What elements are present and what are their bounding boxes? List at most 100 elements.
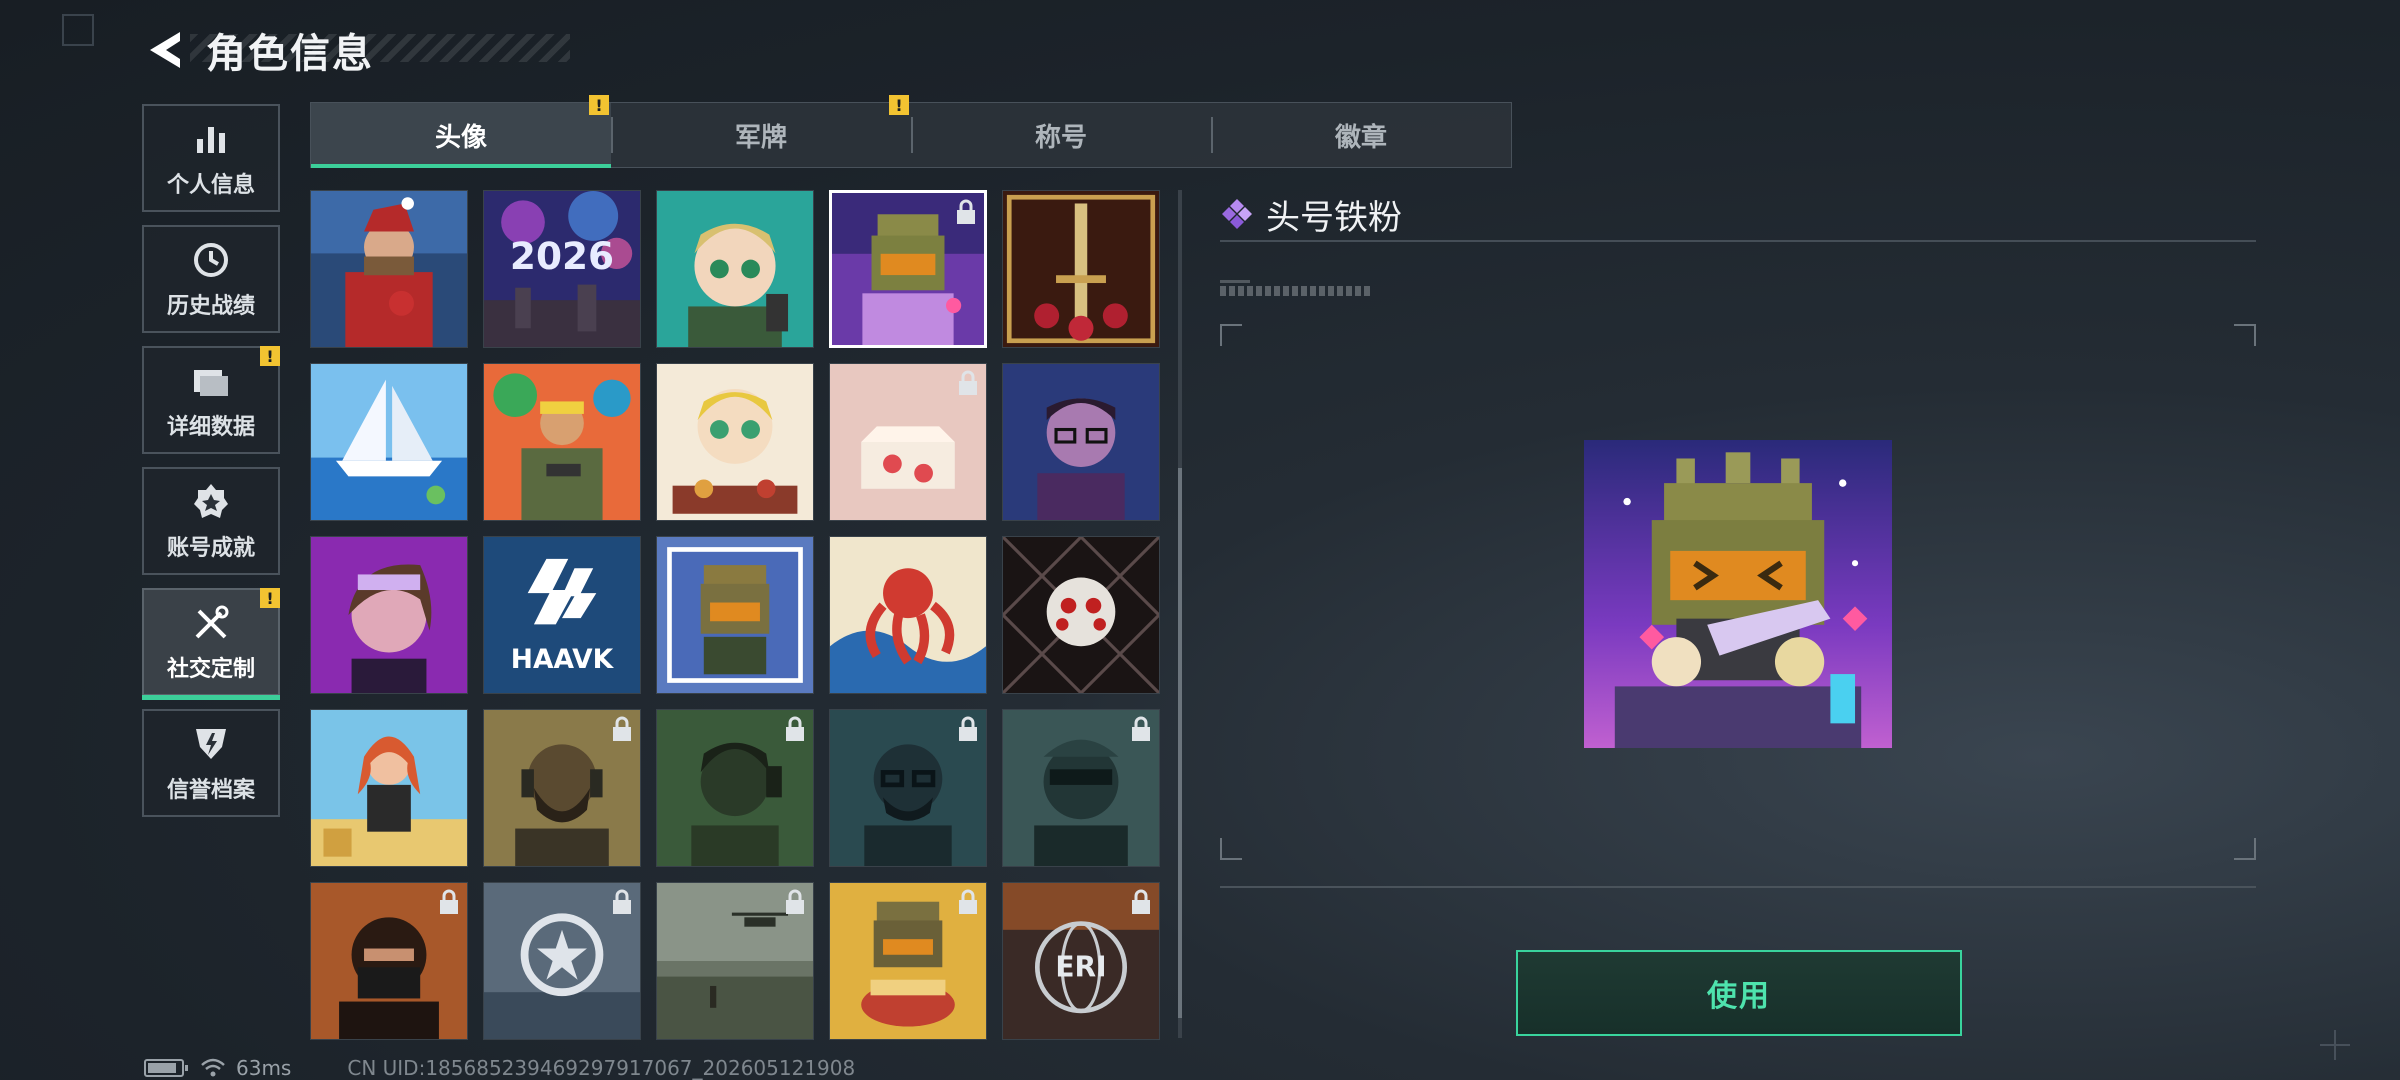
avatar-glasses-operator[interactable] [829, 709, 987, 867]
santa-soldier-image [311, 191, 467, 347]
sidebar-item-history[interactable]: 历史战绩 [142, 225, 280, 333]
folder-icon [189, 359, 233, 403]
avatar-iron-fan-mascot[interactable] [829, 190, 987, 348]
battery-icon [144, 1059, 188, 1077]
sidebar-item-label: 信誉档案 [166, 778, 255, 803]
avatar-grid: 2026 HAAVK ERI [310, 190, 1160, 1040]
sidebar-item-detailed-data[interactable]: ! 详细数据 [142, 346, 280, 454]
avatar-jigsaw-puppet[interactable] [1002, 536, 1160, 694]
avatar-eri-globe[interactable]: ERI [1002, 882, 1160, 1040]
sidebar-item-label: 社交定制 [166, 657, 255, 682]
achievement-medal-icon [189, 480, 233, 524]
avatar-glasses-man[interactable] [1002, 363, 1160, 521]
lock-icon [1132, 716, 1150, 741]
tab-label: 徽章 [1334, 122, 1387, 153]
sidebar-item-label: 详细数据 [166, 415, 255, 440]
haavk-logo-text: HAAVK [511, 644, 615, 675]
reputation-shield-icon [189, 722, 233, 766]
diamond-cluster-icon [1222, 199, 1252, 229]
lock-icon [959, 889, 977, 914]
sidebar: 个人信息 历史战绩 ! 详细数据 账号成就 ! 社交定制 信誉档案 [142, 104, 280, 830]
avatar-anime-soldier[interactable] [656, 190, 814, 348]
avatar-tropical-soldier[interactable] [483, 363, 641, 521]
alert-badge: ! [889, 95, 909, 115]
lock-icon [959, 716, 977, 741]
mascot-sticker-image [657, 537, 813, 693]
tropical-soldier-image [484, 364, 640, 520]
page-title: 角色信息 [206, 31, 374, 77]
fireworks-2026-text: 2026 [510, 234, 614, 278]
lock-icon [786, 889, 804, 914]
avatar-chibi-eating[interactable] [656, 363, 814, 521]
lock-icon [959, 370, 977, 395]
sailboat-image [311, 364, 467, 520]
detail-header: 头号铁粉 [1220, 188, 2256, 242]
sidebar-item-label: 个人信息 [166, 173, 255, 198]
eri-globe-text: ERI [1055, 951, 1106, 984]
tab-label: 称号 [1034, 122, 1087, 153]
tools-icon [189, 601, 233, 645]
avatar-mascot-sticker[interactable] [656, 536, 814, 694]
alert-badge: ! [589, 95, 609, 115]
tab-bar: 头像 ! 军牌 ! 称号 徽章 [310, 95, 1512, 168]
grid-scrollbar[interactable] [1178, 190, 1182, 1038]
corner-frame [62, 14, 94, 46]
avatar-helicopter-field[interactable] [656, 882, 814, 1040]
tab-label: 头像 [434, 122, 487, 153]
avatar-bearded-operator[interactable] [483, 709, 641, 867]
lock-icon [440, 889, 458, 914]
description-placeholder [1220, 286, 1370, 296]
haavk-logo-image: HAAVK [484, 537, 640, 693]
avatar-fireworks-2026[interactable]: 2026 [483, 190, 641, 348]
player-uid: CN UID:185685239469297917067_20260512190… [347, 1056, 856, 1080]
sidebar-item-social-custom[interactable]: ! 社交定制 [142, 588, 280, 700]
avatar-star-emblem[interactable] [483, 882, 641, 1040]
detail-divider [1220, 886, 2256, 888]
jigsaw-puppet-image [1003, 537, 1159, 693]
avatar-mascot-ramen[interactable] [829, 882, 987, 1040]
avatar-sailboat[interactable] [310, 363, 468, 521]
tab-title[interactable]: 称号 [911, 103, 1211, 167]
status-bar: 63ms CN UID:185685239469297917067_202605… [144, 1056, 855, 1080]
avatar-purple-woman[interactable] [310, 536, 468, 694]
avatar-octopus-wave[interactable] [829, 536, 987, 694]
scrollbar-thumb[interactable] [1178, 468, 1182, 1018]
chibi-eating-image [657, 364, 813, 520]
back-arrow-icon[interactable] [140, 24, 192, 76]
avatar-preview-image [1584, 440, 1892, 748]
frame-corner [2234, 838, 2256, 860]
alert-badge: ! [260, 588, 280, 608]
avatar-beach-woman[interactable] [310, 709, 468, 867]
lock-icon [786, 716, 804, 741]
avatar-strawberry-cake[interactable] [829, 363, 987, 521]
use-button[interactable]: 使用 [1516, 950, 1962, 1036]
lock-icon [1132, 889, 1150, 914]
lock-icon [957, 199, 975, 224]
anime-soldier-image [657, 191, 813, 347]
purple-woman-image [311, 537, 467, 693]
lock-icon [613, 716, 631, 741]
frame-corner [1220, 838, 1242, 860]
golden-sword-roses-image [1003, 191, 1159, 347]
beach-woman-image [311, 710, 467, 866]
description-placeholder [1220, 280, 1250, 283]
sidebar-item-reputation[interactable]: 信誉档案 [142, 709, 280, 817]
avatar-santa-soldier[interactable] [310, 190, 468, 348]
clock-history-icon [189, 238, 233, 282]
sidebar-item-achievements[interactable]: 账号成就 [142, 467, 280, 575]
corner-crosshair [2320, 1030, 2350, 1060]
frame-corner [1220, 324, 1242, 346]
avatar-haavk-logo[interactable]: HAAVK [483, 536, 641, 694]
tab-dogtag[interactable]: 军牌 ! [611, 95, 911, 167]
avatar-golden-sword-roses[interactable] [1002, 190, 1160, 348]
avatar-masked-operator[interactable] [1002, 709, 1160, 867]
lock-icon [613, 889, 631, 914]
avatar-title: 头号铁粉 [1266, 197, 1402, 238]
sidebar-item-label: 历史战绩 [166, 294, 255, 319]
avatar-hooded-fighter[interactable] [310, 882, 468, 1040]
tab-avatar[interactable]: 头像 ! [311, 95, 611, 168]
glasses-man-image [1003, 364, 1159, 520]
avatar-headset-operator[interactable] [656, 709, 814, 867]
tab-badge[interactable]: 徽章 [1211, 103, 1511, 167]
sidebar-item-personal-info[interactable]: 个人信息 [142, 104, 280, 212]
